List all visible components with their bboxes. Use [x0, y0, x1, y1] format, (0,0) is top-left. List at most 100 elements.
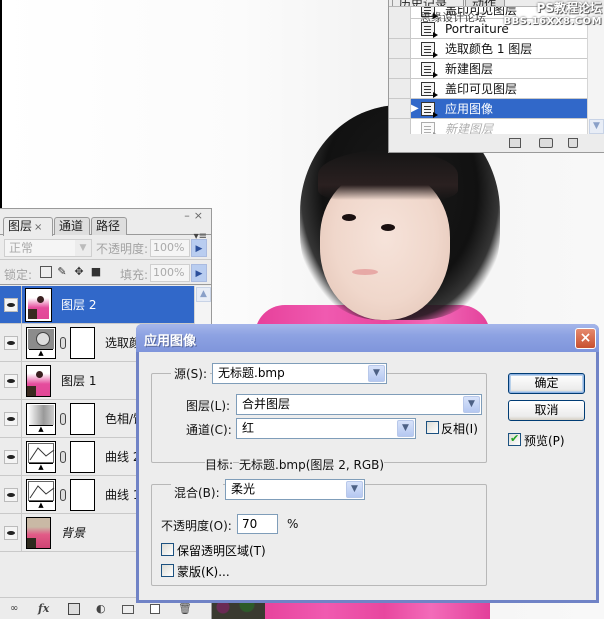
trash-icon[interactable]: [568, 138, 578, 148]
source-select[interactable]: 无标题.bmp ▼: [212, 363, 387, 384]
visibility-toggle[interactable]: [0, 514, 22, 551]
layer-select[interactable]: 合并图层 ▼: [236, 394, 482, 415]
fill-field[interactable]: 100%: [150, 264, 190, 282]
link-layers-icon[interactable]: ∞: [10, 603, 18, 615]
opacity-label: 不透明度:: [96, 242, 149, 256]
history-brush-source-box[interactable]: [389, 79, 411, 98]
opacity-field[interactable]: 100%: [150, 239, 190, 257]
mask-label[interactable]: 蒙版(K)...: [177, 563, 230, 580]
channel-select[interactable]: 红 ▼: [236, 418, 416, 439]
eye-icon[interactable]: [3, 449, 18, 464]
chevron-down-icon[interactable]: ▼: [346, 481, 363, 498]
trash-icon[interactable]: 🗑: [178, 603, 192, 615]
watermark-line-3: 思缘设计论坛: [420, 11, 486, 24]
tab-layers[interactable]: 图层 ×: [3, 217, 53, 236]
eye-icon[interactable]: [3, 335, 18, 350]
chevron-down-icon[interactable]: ▼: [397, 420, 414, 437]
history-item[interactable]: 新建图层: [389, 119, 587, 134]
add-mask-icon[interactable]: [68, 603, 80, 615]
layer-thumbnail[interactable]: [26, 516, 51, 549]
mask-link-icon[interactable]: [60, 488, 66, 501]
scroll-down-icon[interactable]: ▼: [589, 119, 604, 134]
visibility-toggle[interactable]: [0, 438, 22, 475]
eye-icon[interactable]: [3, 411, 18, 426]
new-layer-icon[interactable]: [150, 604, 160, 614]
layer-mask-thumbnail[interactable]: [70, 326, 95, 359]
new-group-icon[interactable]: [122, 605, 134, 614]
layer-mask-thumbnail[interactable]: [70, 440, 95, 473]
tab-close-icon[interactable]: ×: [34, 222, 42, 233]
mask-checkbox[interactable]: [161, 564, 174, 577]
scroll-up-icon[interactable]: ▲: [196, 287, 211, 302]
mask-link-icon[interactable]: [60, 412, 66, 425]
ok-button[interactable]: 确定: [508, 373, 585, 394]
eye-icon[interactable]: [3, 373, 18, 388]
fill-slider-arrow-icon[interactable]: ▶: [191, 264, 207, 282]
history-item[interactable]: 盖印可见图层: [389, 79, 587, 99]
visibility-toggle[interactable]: [0, 362, 22, 399]
blending-select[interactable]: 柔光 ▼: [225, 479, 365, 500]
lock-all-icon[interactable]: ■: [90, 266, 102, 278]
opacity-input[interactable]: 70: [237, 514, 278, 534]
source-label: 源(S):: [171, 365, 211, 382]
layer-mask-thumbnail[interactable]: [70, 402, 95, 435]
visibility-toggle[interactable]: [0, 286, 22, 323]
target-label: 目标:: [205, 456, 234, 473]
invert-checkbox[interactable]: [426, 421, 439, 434]
preview-label[interactable]: 预览(P): [524, 432, 565, 449]
preserve-transparency-label[interactable]: 保留透明区域(T): [177, 542, 266, 559]
preserve-transparency-checkbox[interactable]: [161, 543, 174, 556]
visibility-toggle[interactable]: [0, 476, 22, 513]
layer-thumbnail[interactable]: [25, 287, 52, 322]
layer-name[interactable]: 图层 1: [61, 372, 96, 389]
visibility-toggle[interactable]: [0, 324, 22, 361]
invert-label[interactable]: 反相(I): [441, 420, 478, 437]
history-state-slider-icon[interactable]: ▶: [411, 103, 420, 114]
history-brush-source-box[interactable]: [389, 99, 411, 118]
lock-fill-row: 锁定: ✎ ✥ ■ 填充: 100% ▶: [0, 261, 211, 285]
history-item[interactable]: 选取颜色 1 图层: [389, 39, 587, 59]
new-document-from-state-icon[interactable]: [509, 138, 521, 148]
chevron-down-icon[interactable]: ▼: [75, 240, 91, 256]
preview-checkbox[interactable]: [508, 432, 521, 446]
visibility-toggle[interactable]: [0, 400, 22, 437]
mask-link-icon[interactable]: [60, 450, 66, 463]
layer-name[interactable]: 图层 2: [61, 296, 96, 313]
history-item-active[interactable]: ▶ 应用图像: [389, 99, 587, 119]
dialog-titlebar[interactable]: 应用图像 ×: [136, 324, 599, 352]
history-brush-source-box[interactable]: [389, 7, 411, 19]
hue-saturation-adjustment-icon[interactable]: ▲: [26, 402, 56, 435]
history-brush-source-box[interactable]: [389, 59, 411, 78]
lock-brush-icon[interactable]: ✎: [56, 266, 68, 278]
layer-thumbnail[interactable]: [26, 364, 51, 397]
close-button[interactable]: ×: [575, 328, 596, 349]
chevron-down-icon[interactable]: ▼: [463, 396, 480, 413]
mask-link-icon[interactable]: [60, 336, 66, 349]
selective-color-adjustment-icon[interactable]: ▲: [26, 326, 56, 359]
history-item-label: 选取颜色 1 图层: [445, 42, 533, 56]
adjustment-layer-icon[interactable]: ◐: [96, 603, 106, 615]
fx-icon[interactable]: fx: [38, 603, 49, 615]
history-item[interactable]: 新建图层: [389, 59, 587, 79]
eye-icon[interactable]: [3, 525, 18, 540]
history-brush-source-box[interactable]: [389, 19, 411, 38]
photo-eye-left: [342, 214, 356, 221]
chevron-down-icon[interactable]: ▼: [368, 365, 385, 382]
eye-icon[interactable]: [3, 487, 18, 502]
camera-snapshot-icon[interactable]: [539, 138, 553, 148]
curves-adjustment-icon[interactable]: ▲: [26, 478, 56, 511]
history-brush-source-box[interactable]: [389, 39, 411, 58]
layer-row[interactable]: 图层 2: [0, 286, 194, 324]
curves-adjustment-icon[interactable]: ▲: [26, 440, 56, 473]
layer-name[interactable]: 背景: [61, 524, 85, 541]
lock-transparency-icon[interactable]: [40, 266, 52, 278]
tab-paths[interactable]: 路径: [91, 217, 127, 235]
layer-mask-thumbnail[interactable]: [70, 478, 95, 511]
cancel-button[interactable]: 取消: [508, 400, 585, 421]
history-brush-source-box[interactable]: [389, 119, 411, 134]
blend-mode-select[interactable]: 正常 ▼: [4, 239, 92, 257]
lock-move-icon[interactable]: ✥: [73, 266, 85, 278]
eye-icon[interactable]: [3, 297, 18, 312]
opacity-slider-arrow-icon[interactable]: ▶: [191, 239, 207, 257]
tab-channels[interactable]: 通道: [54, 217, 90, 235]
